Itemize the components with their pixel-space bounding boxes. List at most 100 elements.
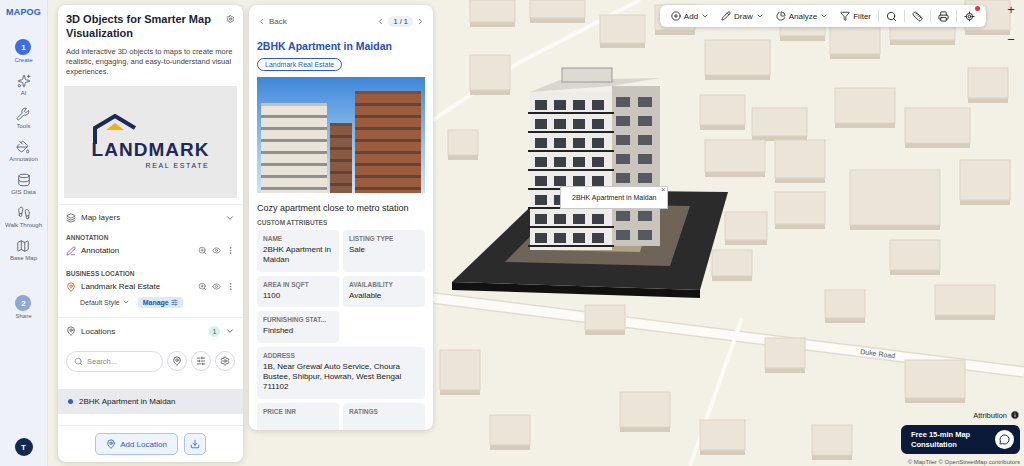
toolbar-button[interactable]: Draw bbox=[716, 5, 769, 27]
building-block bbox=[850, 170, 940, 230]
zoom-to-layer-icon[interactable] bbox=[198, 282, 207, 291]
settings-button[interactable] bbox=[215, 351, 235, 371]
rail-item[interactable]: Base Map bbox=[10, 239, 37, 261]
search-row: Search... bbox=[66, 351, 235, 372]
section-header[interactable]: Map layers bbox=[66, 213, 235, 223]
section-header[interactable]: Locations1 bbox=[66, 326, 235, 337]
search-icon bbox=[886, 11, 897, 22]
zoom-to-layer-icon[interactable] bbox=[198, 246, 207, 255]
logo-name: LANDMARK bbox=[92, 140, 210, 159]
locate-button[interactable] bbox=[959, 5, 980, 27]
building-block bbox=[725, 212, 767, 245]
download-button[interactable] bbox=[184, 433, 206, 455]
measure-button[interactable] bbox=[907, 5, 928, 27]
eye-icon[interactable] bbox=[212, 246, 221, 255]
search-button[interactable] bbox=[881, 5, 902, 27]
zoom-in-button[interactable]: + bbox=[1004, 2, 1018, 16]
toolbar-button[interactable]: Filter bbox=[835, 5, 876, 27]
attribute-label: AVAILABILITY bbox=[349, 281, 419, 288]
map-footer: Attribution Free 15-min Map Consultation ©… bbox=[901, 410, 1020, 465]
rail-item[interactable]: Walk Through bbox=[5, 206, 42, 228]
attribute-value: 2BHK Apartment in Maidan bbox=[263, 245, 333, 266]
search-icon bbox=[74, 357, 83, 366]
print-button[interactable] bbox=[933, 5, 954, 27]
building-block bbox=[968, 68, 1008, 103]
building-block bbox=[585, 305, 625, 335]
toolbar-button[interactable]: Add bbox=[666, 5, 714, 27]
more-icon[interactable] bbox=[226, 282, 235, 291]
attribute-card: NAME2BHK Apartment in Maidan bbox=[257, 230, 339, 272]
panel-header: 3D Objects for Smarter Map Visualization bbox=[58, 5, 243, 41]
location-item[interactable]: 2BHK Apartment in Maidan bbox=[58, 389, 243, 414]
popup-close-button[interactable]: × bbox=[661, 186, 665, 193]
back-button[interactable]: Back bbox=[257, 17, 287, 26]
gear-icon[interactable] bbox=[226, 13, 235, 25]
chat-icon bbox=[999, 434, 1010, 445]
alert-dot bbox=[975, 6, 980, 11]
attribute-label: FURNISHING STAT... bbox=[263, 316, 333, 323]
sidebar-rail: MAPOG1CreateAIToolsAnnotationGIS DataWal… bbox=[0, 0, 48, 466]
user-avatar[interactable]: T bbox=[15, 438, 33, 456]
rail-step[interactable]: 2Share bbox=[15, 295, 31, 319]
rail-step[interactable]: 1Create bbox=[14, 39, 32, 63]
layer-row[interactable]: Landmark Real Estate bbox=[66, 277, 235, 295]
rail-item[interactable]: AI bbox=[17, 74, 31, 96]
tool-icon bbox=[671, 11, 681, 21]
toolbar-button[interactable]: Analyze bbox=[771, 5, 833, 27]
eye-icon[interactable] bbox=[212, 282, 221, 291]
printer-icon bbox=[938, 11, 949, 22]
building-block bbox=[700, 420, 745, 455]
tool-icon bbox=[16, 239, 30, 253]
layers-icon bbox=[66, 213, 76, 223]
location-list: 2BHK Apartment in Maidan bbox=[58, 381, 243, 425]
chevron-down-icon bbox=[820, 12, 828, 20]
step-number: 2 bbox=[15, 295, 31, 311]
add-location-button[interactable]: Add Location bbox=[95, 433, 178, 455]
building-block bbox=[470, 0, 515, 27]
building-block bbox=[775, 140, 825, 183]
layer-group: BUSINESS LOCATIONLandmark Real EstateDef… bbox=[66, 270, 235, 308]
previous-icon[interactable] bbox=[376, 17, 385, 26]
map-popup: 2BHK Apartment in Maidan× bbox=[560, 186, 668, 209]
attribute-value: 1100 bbox=[263, 291, 333, 301]
pen-icon bbox=[66, 246, 76, 256]
location-description: Cozy apartment close to metro station bbox=[257, 203, 425, 213]
chevron-down-icon bbox=[225, 326, 235, 336]
pin-icon bbox=[106, 439, 116, 449]
filter-button[interactable] bbox=[191, 351, 211, 371]
map-credits: © MapTiler © OpenStreetMap contributors bbox=[908, 459, 1020, 465]
location-title: 2BHK Apartment in Maidan bbox=[257, 40, 425, 52]
pin-filter-button[interactable] bbox=[167, 351, 187, 371]
gear-icon bbox=[220, 356, 230, 366]
layer-row[interactable]: Annotation bbox=[66, 241, 235, 259]
rail-label: GIS Data bbox=[11, 189, 36, 195]
tool-icon bbox=[16, 140, 30, 154]
building-block bbox=[960, 160, 1010, 205]
chevron-down-icon bbox=[122, 298, 130, 306]
project-panel: 3D Objects for Smarter Map Visualization… bbox=[58, 5, 243, 462]
building-block bbox=[705, 140, 765, 177]
chevron-down-icon bbox=[225, 213, 235, 223]
rail-item[interactable]: GIS Data bbox=[11, 173, 36, 195]
consultation-button[interactable]: Free 15-min Map Consultation bbox=[901, 425, 1020, 454]
rail-item[interactable]: Tools bbox=[16, 107, 30, 129]
manage-button[interactable]: Manage bbox=[138, 297, 183, 308]
more-icon[interactable] bbox=[226, 246, 235, 255]
building-block bbox=[765, 338, 805, 373]
chevron-left-icon bbox=[257, 17, 266, 26]
apartment-3d-model[interactable] bbox=[452, 68, 728, 298]
tool-icon bbox=[16, 107, 30, 121]
group-label: ANNOTATION bbox=[66, 234, 235, 241]
building-block bbox=[440, 350, 480, 395]
rail-item[interactable]: Annotation bbox=[9, 140, 38, 162]
location-detail-panel: Back1 / 12BHK Apartment in MaidanLandmar… bbox=[249, 5, 433, 430]
search-field[interactable]: Search... bbox=[66, 351, 163, 372]
zoom-out-button[interactable]: − bbox=[1004, 32, 1018, 46]
attribute-card: PRICE INR bbox=[257, 403, 339, 430]
rail-label: AI bbox=[21, 90, 27, 96]
next-icon[interactable] bbox=[416, 17, 425, 26]
building-block bbox=[490, 415, 530, 450]
attribution-button[interactable]: Attribution bbox=[973, 410, 1020, 420]
style-select[interactable]: Default Style bbox=[80, 298, 130, 306]
building-block bbox=[905, 360, 965, 403]
